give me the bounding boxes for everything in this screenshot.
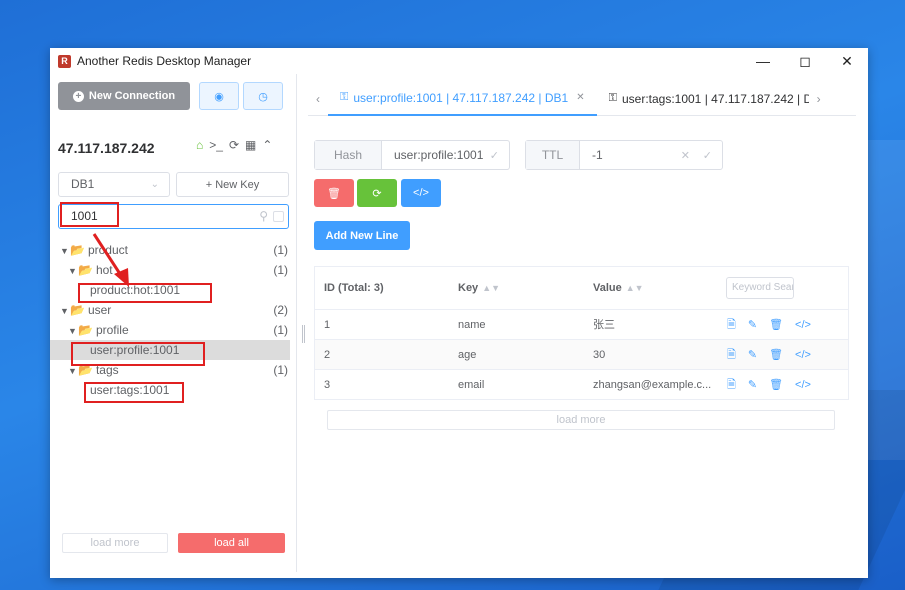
close-icon[interactable]: ✕	[576, 92, 584, 103]
trash-icon[interactable]: 🗑	[769, 340, 783, 370]
chevron-left-icon[interactable]: ‹	[308, 92, 328, 106]
window-title: Another Redis Desktop Manager	[77, 54, 252, 68]
new-key-button[interactable]: + New Key	[176, 172, 289, 197]
code-icon[interactable]: </>	[795, 370, 811, 400]
trash-icon: 🗑	[327, 187, 341, 200]
trash-icon[interactable]: 🗑	[769, 310, 783, 340]
edit-icon[interactable]: ✎	[748, 310, 757, 340]
row-actions: 🗎 ✎ 🗑 </>	[727, 370, 811, 400]
code-icon[interactable]: </>	[795, 340, 811, 370]
clock-icon: ◷	[258, 90, 268, 103]
load-more-keys-button[interactable]: load more	[62, 533, 168, 553]
key-name-input[interactable]: user:profile:1001 ✓	[382, 141, 509, 169]
chevron-down-icon: ▼	[60, 246, 69, 256]
delete-key-button[interactable]: 🗑	[314, 179, 354, 207]
refresh-icon[interactable]: ⟳	[229, 138, 239, 152]
tree-folder-hot[interactable]: ▼📂 hot (1)	[50, 260, 290, 280]
chevron-down-icon: ⌄	[150, 179, 159, 190]
key-name-field: Hash user:profile:1001 ✓	[314, 140, 510, 170]
document-icon[interactable]: 🗎	[727, 370, 736, 400]
search-icon: ⚲	[259, 209, 268, 223]
key-icon: ⚿	[340, 91, 349, 103]
app-logo-icon: R	[58, 54, 71, 68]
code-icon[interactable]: </>	[795, 310, 811, 340]
home-icon[interactable]: ⌂	[196, 138, 203, 152]
document-icon[interactable]: 🗎	[727, 340, 736, 370]
refresh-key-button[interactable]: ⟳	[357, 179, 397, 207]
chevron-down-icon: ▼	[68, 326, 77, 336]
connection-sidebar: + New Connection ◉ ◷ 47.117.187.242 ⌂ >_…	[50, 74, 296, 578]
dump-command-button[interactable]: </>	[401, 179, 441, 207]
minimize-button[interactable]: —	[742, 48, 784, 74]
tree-folder-profile[interactable]: ▼📂 profile (1)	[50, 320, 290, 340]
column-header-value[interactable]: Value ▲▼	[593, 267, 644, 309]
keyword-search-input[interactable]: Keyword Search	[726, 277, 794, 299]
chevron-down-icon: ▼	[68, 266, 77, 276]
table-row: 2 age 30 🗎 ✎ 🗑 </>	[315, 339, 848, 369]
connection-toolbar: ⌂ >_ ⟳ ▦ ⌃	[196, 138, 272, 152]
refresh-icon: ⟳	[372, 187, 382, 200]
maximize-button[interactable]: ◻	[784, 48, 826, 74]
table-row: 1 name 张三 🗎 ✎ 🗑 </>	[315, 309, 848, 339]
sort-icon[interactable]: ▲▼	[626, 283, 644, 293]
settings-icon: ◉	[214, 90, 224, 103]
hash-table: ID (Total: 3) Key▲▼ Value▲▼ Keyword Sear…	[314, 266, 849, 400]
annotation-box	[78, 283, 212, 303]
tab-user-tags-1001[interactable]: ⚿ user:tags:1001 | 47.117.187.242 | D	[597, 82, 809, 116]
load-more-rows-button[interactable]: load more	[327, 410, 835, 430]
chevron-up-icon[interactable]: ⌃	[262, 138, 272, 152]
ttl-field: TTL -1 ✕ ✓	[525, 140, 723, 170]
pane-divider	[296, 74, 297, 572]
db-select[interactable]: DB1 ⌄	[58, 172, 170, 197]
document-icon[interactable]: 🗎	[727, 310, 736, 340]
row-actions: 🗎 ✎ 🗑 </>	[727, 340, 811, 370]
ttl-input[interactable]: -1 ✕ ✓	[580, 141, 722, 169]
check-icon[interactable]: ✓	[490, 149, 499, 162]
grid-icon[interactable]: ▦	[245, 138, 256, 152]
app-window: R Another Redis Desktop Manager — ◻ ✕ + …	[50, 48, 868, 578]
code-icon: </>	[413, 187, 429, 199]
annotation-box	[71, 342, 205, 366]
key-icon: ⚿	[608, 92, 617, 104]
tab-user-profile-1001[interactable]: ⚿ user:profile:1001 | 47.117.187.242 | D…	[328, 82, 597, 116]
chevron-right-icon[interactable]: ›	[809, 92, 829, 106]
tab-bar: ‹ ⚿ user:profile:1001 | 47.117.187.242 |…	[308, 82, 856, 116]
terminal-icon[interactable]: >_	[209, 138, 223, 152]
row-actions: 🗎 ✎ 🗑 </>	[727, 310, 811, 340]
plus-circle-icon: +	[72, 90, 84, 102]
new-connection-button[interactable]: + New Connection	[58, 82, 190, 110]
folder-open-icon: 📂	[78, 263, 93, 277]
folder-open-icon: 📂	[70, 303, 85, 317]
trash-icon[interactable]: 🗑	[769, 370, 783, 400]
annotation-box	[60, 202, 119, 227]
history-button[interactable]: ◷	[243, 82, 283, 110]
chevron-down-icon: ▼	[60, 306, 69, 316]
sort-icon[interactable]: ▲▼	[482, 283, 500, 293]
ttl-label: TTL	[526, 141, 580, 169]
settings-button[interactable]: ◉	[199, 82, 239, 110]
edit-icon[interactable]: ✎	[748, 370, 757, 400]
exact-match-checkbox[interactable]	[273, 211, 284, 222]
key-type-label: Hash	[315, 141, 382, 169]
add-new-line-button[interactable]: Add New Line	[314, 221, 410, 250]
column-header-id: ID (Total: 3)	[324, 282, 384, 294]
tree-folder-user[interactable]: ▼📂 user (2)	[50, 300, 290, 320]
edit-icon[interactable]: ✎	[748, 340, 757, 370]
check-icon[interactable]: ✓	[703, 149, 712, 162]
annotation-box	[84, 382, 184, 403]
title-bar: R Another Redis Desktop Manager — ◻ ✕	[50, 48, 868, 74]
folder-open-icon: 📂	[78, 323, 93, 337]
column-header-key[interactable]: Key ▲▼	[458, 267, 500, 309]
load-all-keys-button[interactable]: load all	[178, 533, 285, 553]
connection-host: 47.117.187.242	[58, 140, 155, 156]
tree-folder-product[interactable]: ▼📂 product (1)	[50, 240, 290, 260]
window-controls: — ◻ ✕	[742, 48, 868, 74]
folder-open-icon: 📂	[70, 243, 85, 257]
clear-icon[interactable]: ✕	[681, 149, 690, 162]
resize-handle[interactable]	[302, 325, 305, 343]
close-button[interactable]: ✕	[826, 48, 868, 74]
table-row: 3 email zhangsan@example.c... 🗎 ✎ 🗑 </>	[315, 369, 848, 399]
